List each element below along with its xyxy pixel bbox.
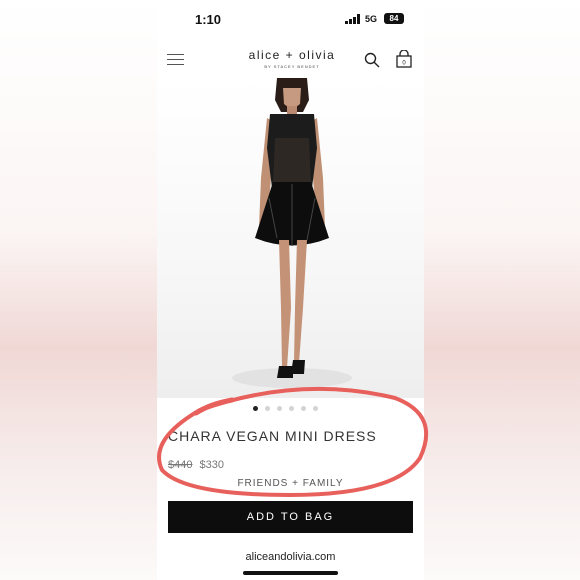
- carousel-dot[interactable]: [289, 406, 294, 411]
- network-label: 5G: [365, 14, 378, 24]
- carousel-dot[interactable]: [265, 406, 270, 411]
- menu-icon[interactable]: [167, 54, 184, 65]
- carousel-dot[interactable]: [277, 406, 282, 411]
- home-indicator[interactable]: [243, 571, 338, 575]
- background-left: [0, 0, 157, 580]
- carousel-dot[interactable]: [313, 406, 318, 411]
- status-time: 1:10: [195, 12, 222, 27]
- carousel-dots: [253, 406, 318, 411]
- search-icon[interactable]: [364, 52, 380, 68]
- site-header: alice + olivia BY STACEY BENDET 0: [157, 40, 424, 78]
- carousel-dot[interactable]: [253, 406, 258, 411]
- battery-icon: 84: [384, 13, 404, 24]
- carousel-dot[interactable]: [301, 406, 306, 411]
- bag-count: 0: [402, 61, 406, 67]
- promo-label[interactable]: FRIENDS + FAMILY: [157, 478, 424, 489]
- brand-logo[interactable]: alice + olivia BY STACEY BENDET: [227, 48, 357, 69]
- signal-icon: [345, 14, 360, 24]
- phone-screen: 1:10 5G 84 alice + olivia BY STACEY BEND…: [157, 0, 424, 580]
- add-to-bag-button[interactable]: ADD TO BAG: [168, 501, 413, 533]
- product-image[interactable]: [157, 78, 424, 398]
- status-bar: 1:10 5G 84: [157, 0, 424, 40]
- product-title: CHARA VEGAN MINI DRESS: [168, 428, 377, 444]
- sale-price: $330: [199, 459, 225, 471]
- background-right: [424, 0, 580, 580]
- bag-icon[interactable]: 0: [395, 50, 413, 68]
- model-figure: [232, 78, 352, 388]
- original-price: $440: [168, 459, 193, 471]
- logo-text: alice + olivia: [248, 48, 336, 62]
- browser-url[interactable]: aliceandolivia.com: [157, 551, 424, 563]
- logo-subtitle: BY STACEY BENDET: [264, 64, 320, 69]
- product-price: $440 $330: [168, 459, 224, 471]
